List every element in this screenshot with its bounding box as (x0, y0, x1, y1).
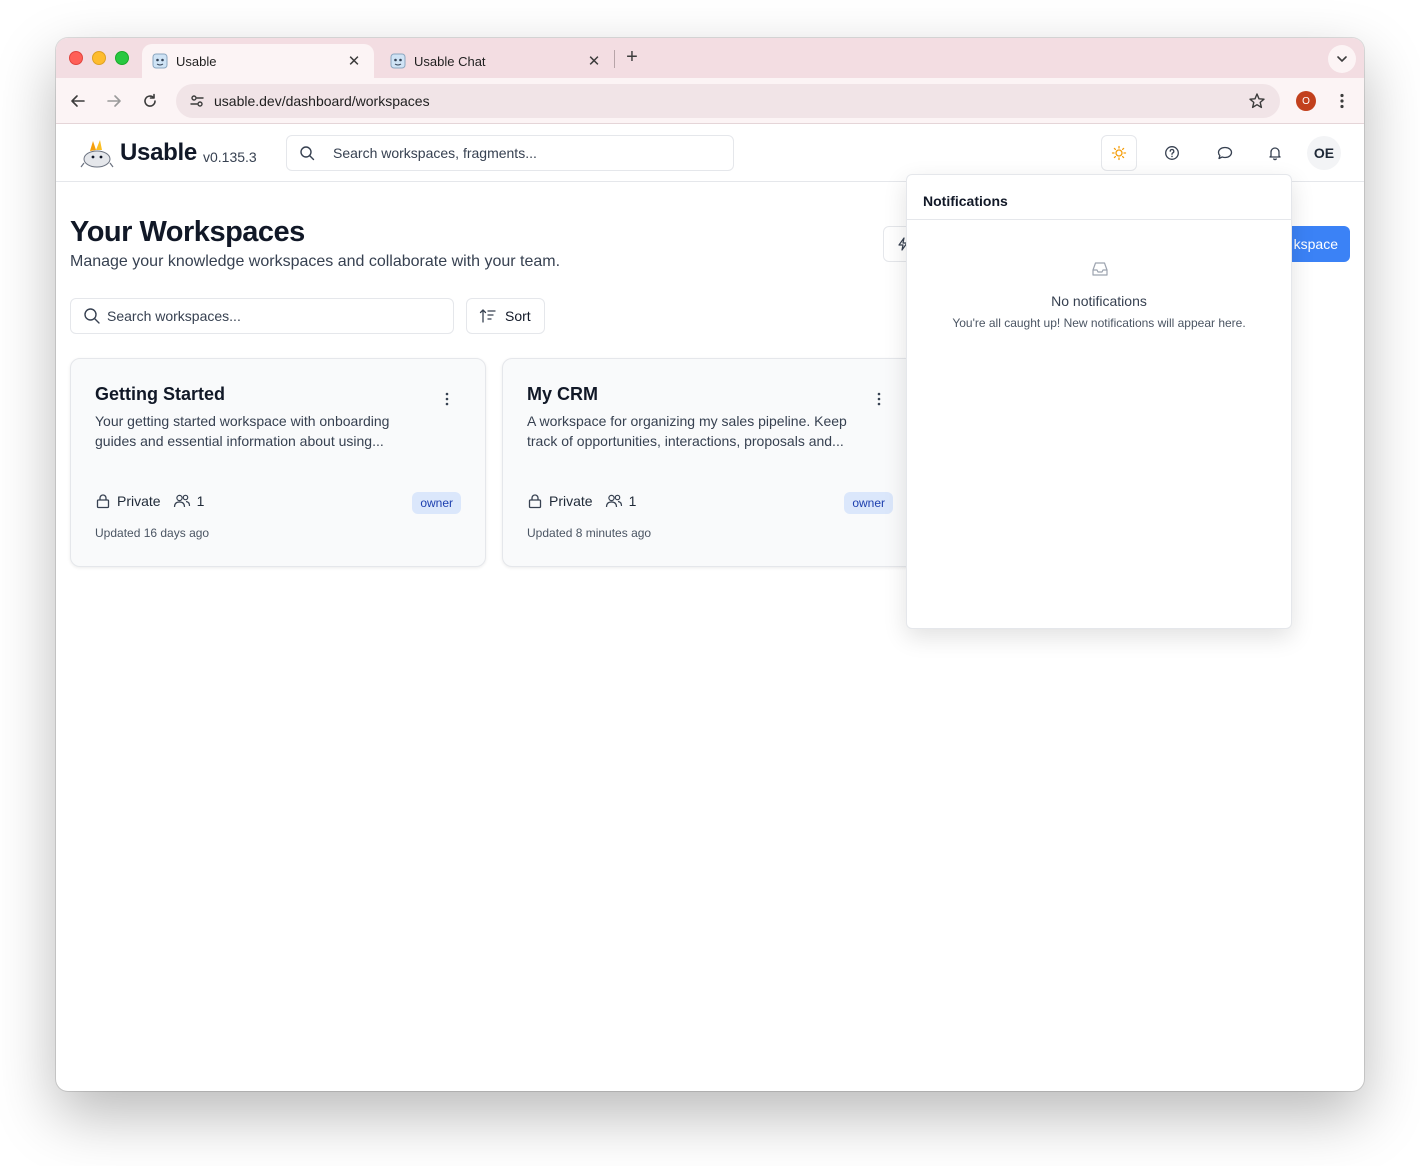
page-subtitle: Manage your knowledge workspaces and col… (70, 253, 561, 270)
workspace-updated: Updated 8 minutes ago (527, 526, 652, 540)
site-settings-icon[interactable] (186, 90, 208, 112)
workspace-meta: Private 1 (527, 493, 636, 509)
workspace-visibility: Private (549, 493, 593, 509)
maximize-window-button[interactable] (115, 51, 129, 65)
app-version: v0.135.3 (203, 149, 257, 165)
forward-button[interactable] (103, 90, 125, 112)
search-icon (300, 146, 315, 161)
reload-button[interactable] (139, 90, 161, 112)
tab-divider (614, 50, 615, 68)
new-workspace-label: kspace (1293, 236, 1338, 252)
notifications-button[interactable] (1257, 135, 1293, 171)
browser-toolbar: usable.dev/dashboard/workspaces O (56, 78, 1364, 124)
workspace-description: Your getting started workspace with onbo… (95, 413, 390, 449)
user-avatar[interactable]: OE (1307, 136, 1341, 170)
role-badge: owner (844, 492, 893, 514)
workspace-member-count: 1 (628, 493, 637, 509)
search-icon (84, 308, 100, 324)
more-vertical-icon[interactable] (439, 391, 455, 407)
global-search-input[interactable] (333, 145, 733, 161)
more-vertical-icon[interactable] (871, 391, 887, 407)
help-circle-icon (1165, 146, 1179, 160)
chat-button[interactable] (1207, 135, 1243, 171)
tab-strip: Usable ✕ Usable Chat ✕ + (56, 38, 1364, 78)
usable-favicon-icon (152, 53, 168, 69)
sort-icon (479, 309, 496, 323)
workspace-updated: Updated 16 days ago (95, 526, 210, 540)
browser-menu-icon[interactable] (1332, 90, 1352, 112)
notifications-title: Notifications (907, 175, 1291, 220)
url-text: usable.dev/dashboard/workspaces (214, 93, 430, 109)
users-icon (173, 493, 191, 509)
back-button[interactable] (67, 90, 89, 112)
sort-button[interactable]: Sort (466, 298, 545, 334)
usable-favicon-icon (390, 53, 406, 69)
chevron-down-icon (1337, 56, 1347, 63)
workspace-description: A workspace for organizing my sales pipe… (527, 413, 847, 449)
global-search[interactable] (286, 135, 734, 171)
sun-icon (1111, 145, 1127, 161)
workspace-title: My CRM (527, 384, 598, 404)
users-icon (605, 493, 623, 509)
workspace-visibility: Private (117, 493, 161, 509)
minimize-window-button[interactable] (92, 51, 106, 65)
workspace-search[interactable] (70, 298, 454, 334)
arrow-right-icon (107, 95, 121, 107)
theme-toggle-button[interactable] (1101, 135, 1137, 171)
tab-usable-chat[interactable]: Usable Chat ✕ (380, 44, 614, 78)
workspace-member-count: 1 (196, 493, 205, 509)
usable-logo-icon[interactable] (80, 137, 114, 169)
inbox-icon (1092, 262, 1108, 276)
tab-close-icon[interactable]: ✕ (346, 52, 362, 70)
notifications-empty-title: No notifications (1051, 293, 1147, 309)
workspace-title: Getting Started (95, 384, 226, 404)
close-window-button[interactable] (69, 51, 83, 65)
notifications-empty-text: You're all caught up! New notifications … (952, 316, 1246, 330)
bookmark-star-icon[interactable] (1246, 90, 1268, 112)
browser-window: Usable ✕ Usable Chat ✕ + usable.dev/dash… (56, 38, 1364, 1091)
browser-profile-avatar[interactable]: O (1296, 91, 1316, 111)
lock-icon (95, 493, 111, 509)
chat-bubble-icon (1217, 146, 1233, 160)
tab-search-button[interactable] (1328, 45, 1356, 73)
workspace-card-getting-started[interactable]: Getting Started Your getting started wor… (70, 358, 486, 567)
brand-name[interactable]: Usable (120, 139, 197, 167)
workspace-meta: Private 1 (95, 493, 204, 509)
workspace-search-input[interactable] (107, 308, 453, 324)
tab-title: Usable (176, 53, 217, 69)
tab-close-icon[interactable]: ✕ (586, 52, 602, 70)
help-button[interactable] (1154, 135, 1190, 171)
address-bar[interactable]: usable.dev/dashboard/workspaces (176, 84, 1280, 118)
arrow-left-icon (71, 95, 85, 107)
tab-title: Usable Chat (414, 53, 486, 69)
tab-usable[interactable]: Usable ✕ (142, 44, 374, 78)
sort-label: Sort (505, 308, 531, 324)
bell-icon (1269, 147, 1281, 161)
new-tab-plus-icon[interactable]: + (622, 46, 642, 69)
reload-icon (144, 93, 156, 107)
workspace-card-my-crm[interactable]: My CRM A workspace for organizing my sal… (502, 358, 918, 567)
notifications-panel: Notifications No notifications You're al… (906, 174, 1292, 629)
lock-icon (527, 493, 543, 509)
role-badge: owner (412, 492, 461, 514)
page-title: Your Workspaces (70, 216, 305, 248)
